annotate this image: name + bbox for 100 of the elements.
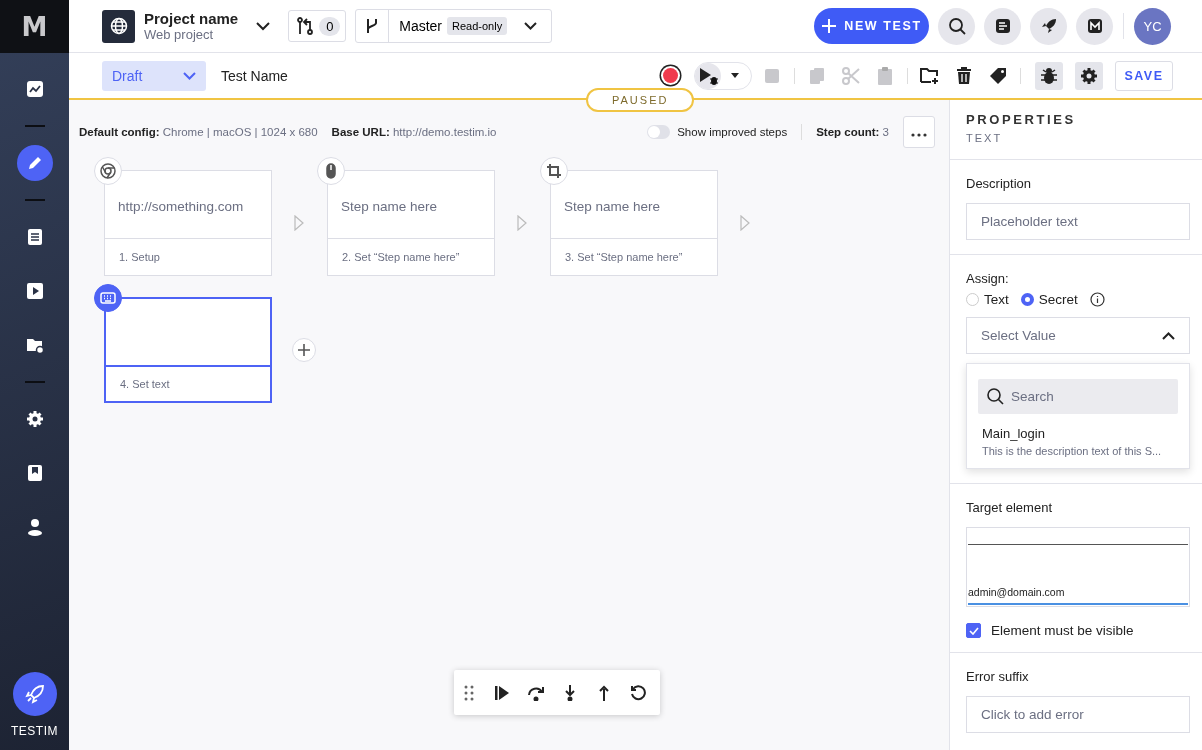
status-select[interactable]: Draft bbox=[102, 60, 206, 91]
restart-button[interactable] bbox=[628, 682, 648, 703]
stop-icon bbox=[765, 68, 779, 83]
step-caption: 2. Set “Step name here” bbox=[342, 251, 460, 263]
play-bug-icon bbox=[697, 65, 719, 86]
document-button[interactable] bbox=[984, 7, 1021, 45]
panel-title: PROPERTIES bbox=[966, 112, 1077, 127]
search-icon bbox=[987, 388, 1004, 405]
list-icon bbox=[25, 228, 44, 246]
pull-request-icon bbox=[297, 17, 314, 35]
settings-button[interactable] bbox=[1075, 61, 1103, 90]
chevron-icon bbox=[1162, 331, 1175, 340]
dropdown-option[interactable]: Main_login This is the description text of this S... bbox=[978, 426, 1178, 457]
save-button[interactable]: SAVE bbox=[1115, 60, 1173, 91]
step-card[interactable]: 4. Set text bbox=[104, 297, 272, 403]
project-type: Web project bbox=[144, 27, 215, 42]
play-icon bbox=[25, 282, 44, 300]
folder-plus-icon bbox=[920, 66, 940, 85]
step-title: Step name here bbox=[564, 199, 661, 214]
rocket-button[interactable] bbox=[12, 672, 57, 716]
step-card[interactable]: http://something.com 1. Setup bbox=[104, 170, 272, 276]
arrow-icon bbox=[517, 215, 527, 231]
add-step-button[interactable] bbox=[292, 338, 316, 362]
checkbox-label: Element must be visible bbox=[991, 623, 1134, 638]
settings-icon bbox=[25, 410, 44, 428]
copy-icon bbox=[809, 66, 825, 85]
checkbox[interactable] bbox=[966, 623, 981, 638]
folder-gear-icon bbox=[25, 336, 44, 354]
run-status-badge: PAUSED bbox=[586, 88, 695, 112]
screenshot-text: admin@domain.com bbox=[968, 586, 1065, 598]
visible-checkbox[interactable]: Element must be visible bbox=[966, 623, 1190, 638]
step-card[interactable]: Step name here 2. Set “Step name here” bbox=[327, 170, 495, 276]
error-suffix-field[interactable]: Click to add error bbox=[966, 696, 1190, 733]
radio-label: Text bbox=[984, 292, 1009, 307]
app-logo-button[interactable] bbox=[1076, 7, 1113, 45]
search-field[interactable]: Search bbox=[978, 379, 1178, 414]
brand-name: TESTIM bbox=[11, 724, 58, 738]
step-title: Step name here bbox=[341, 199, 438, 214]
field-label: Description bbox=[966, 176, 1033, 191]
plus-icon bbox=[298, 344, 310, 356]
mouse-icon bbox=[317, 157, 345, 185]
count-badge: 0 bbox=[319, 16, 341, 36]
chart-icon bbox=[25, 80, 44, 98]
settings-icon bbox=[1080, 66, 1098, 85]
more-icon bbox=[911, 132, 927, 137]
test-name: Test Name bbox=[221, 67, 288, 84]
chevron-icon bbox=[256, 21, 271, 31]
step-over-icon bbox=[527, 684, 545, 701]
bug-button[interactable] bbox=[1035, 61, 1063, 90]
field-label: Error suffix bbox=[966, 669, 1030, 684]
search-icon bbox=[947, 17, 966, 35]
drag-handle-icon[interactable] bbox=[464, 684, 474, 701]
scissors-icon bbox=[842, 66, 860, 85]
crop-icon bbox=[540, 157, 568, 185]
default-config: Default config: Chrome | macOS | 1024 x 680 bbox=[79, 126, 318, 138]
field-label: Target element bbox=[966, 500, 1053, 515]
field-label: Assign: bbox=[966, 271, 1010, 286]
arrow-icon bbox=[294, 215, 304, 231]
radio-option[interactable]: Text bbox=[966, 292, 1009, 307]
step-card[interactable]: Step name here 3. Set “Step name here” bbox=[550, 170, 718, 276]
step-caption: 4. Set text bbox=[120, 378, 170, 390]
nav-edit-button[interactable] bbox=[16, 145, 53, 181]
toggle-switch[interactable] bbox=[647, 125, 671, 139]
restart-icon bbox=[630, 684, 646, 701]
record-icon bbox=[662, 68, 678, 83]
rocket-button[interactable] bbox=[1030, 7, 1067, 45]
radio-label: Secret bbox=[1038, 292, 1078, 307]
base-url: Base URL: http://demo.testim.io bbox=[331, 126, 497, 138]
step-caption: 1. Setup bbox=[119, 251, 160, 263]
bookmark-icon bbox=[25, 464, 44, 482]
description-field[interactable]: Placeholder text bbox=[966, 203, 1190, 240]
caret-icon bbox=[731, 73, 739, 78]
up-arrow-icon bbox=[598, 684, 610, 701]
step-title: http://something.com bbox=[118, 199, 244, 214]
value-select[interactable]: Select Value bbox=[966, 317, 1190, 354]
arrow-icon bbox=[740, 215, 750, 231]
user-icon bbox=[25, 518, 44, 536]
bug-icon bbox=[1040, 66, 1058, 85]
plus-icon bbox=[821, 18, 838, 34]
user-avatar[interactable]: YC bbox=[1134, 7, 1171, 45]
chevron-icon bbox=[183, 71, 196, 80]
pull-requests-button[interactable]: 0 bbox=[288, 10, 347, 42]
new-test-button[interactable]: NEW TEST bbox=[814, 8, 929, 44]
globe-icon bbox=[102, 9, 135, 43]
keyboard-icon bbox=[94, 284, 122, 312]
toggle-label: Show improved steps bbox=[677, 126, 788, 138]
radio-button[interactable] bbox=[1020, 293, 1034, 306]
play-debug-button[interactable] bbox=[695, 62, 721, 89]
document-icon bbox=[994, 18, 1011, 34]
project-name: Project name bbox=[144, 10, 239, 27]
step-caption: 3. Set “Step name here” bbox=[565, 251, 683, 263]
clipboard-icon bbox=[878, 66, 892, 85]
trash-icon bbox=[957, 67, 971, 84]
rocket-icon bbox=[1040, 18, 1057, 34]
browser-icon bbox=[94, 157, 122, 185]
search-button[interactable] bbox=[938, 7, 975, 45]
step-count: Step count: 3 bbox=[816, 126, 889, 138]
down-arrow-icon bbox=[564, 684, 576, 701]
radio-option[interactable]: Secret bbox=[1020, 292, 1078, 307]
tag-icon bbox=[989, 66, 1007, 85]
